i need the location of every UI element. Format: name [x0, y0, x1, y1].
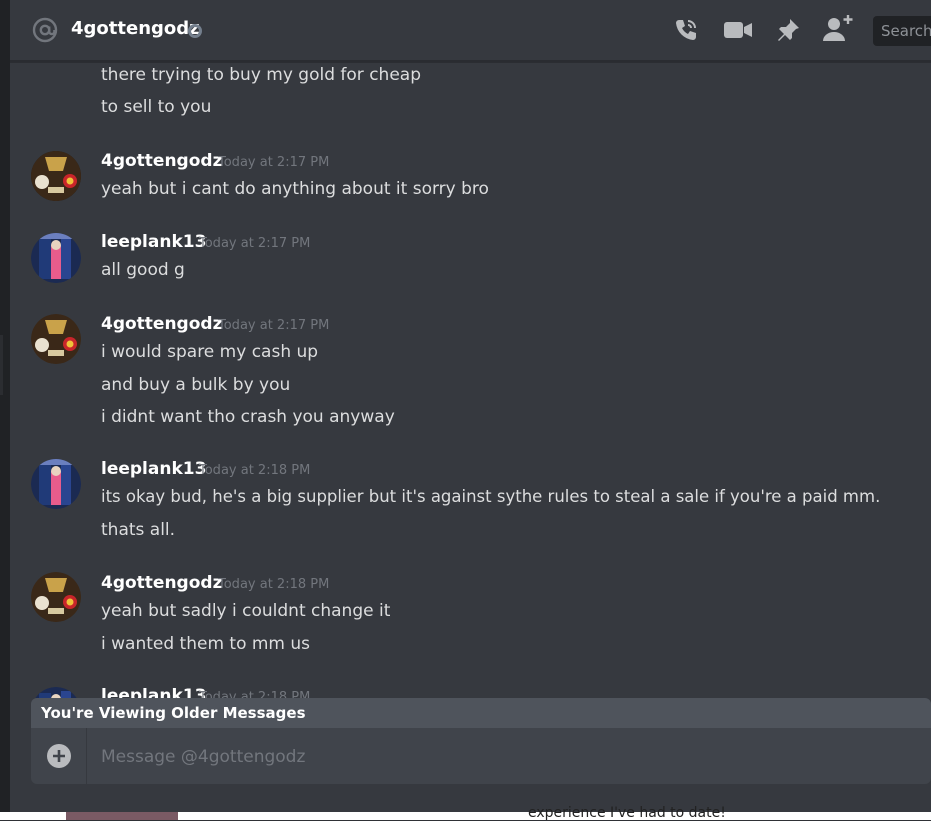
message-line: i wanted them to mm us	[101, 634, 311, 654]
message-list: there trying to buy my gold for cheap to…	[10, 62, 931, 698]
composer-divider	[86, 728, 87, 784]
message-composer	[31, 728, 931, 784]
message-author[interactable]: 4gottengodz	[101, 314, 222, 334]
message-timestamp: Today at 2:18 PM	[218, 577, 330, 592]
message-author[interactable]: leeplank13	[101, 232, 206, 252]
older-messages-label: You're Viewing Older Messages	[41, 704, 306, 722]
attach-plus-icon[interactable]	[47, 744, 71, 768]
message-timestamp: Today at 2:17 PM	[218, 318, 330, 333]
message-line: yeah but i cant do anything about it sor…	[101, 179, 489, 199]
offline-status-icon	[188, 24, 202, 38]
add-friend-icon[interactable]	[822, 12, 854, 44]
avatar-leeplank13[interactable]	[31, 233, 81, 283]
message-timestamp: Today at 2:18 PM	[199, 463, 311, 478]
channel-header: 4gottengodz Search	[10, 0, 931, 62]
message-author[interactable]: leeplank13	[101, 686, 206, 698]
video-call-icon[interactable]	[722, 14, 754, 46]
dm-window: 4gottengodz Search there trying to buy m…	[10, 0, 931, 812]
avatar-4gottengodz[interactable]	[31, 314, 81, 364]
message-line: i didnt want tho crash you anyway	[101, 407, 395, 427]
message-line: all good g	[101, 260, 185, 280]
avatar-4gottengodz[interactable]	[31, 572, 81, 622]
message-timestamp: Today at 2:17 PM	[218, 155, 330, 170]
message-line: there trying to buy my gold for cheap	[101, 65, 421, 85]
message-timestamp: Today at 2:18 PM	[199, 690, 311, 698]
server-sidebar-edge	[0, 0, 10, 820]
older-messages-banner[interactable]: You're Viewing Older Messages	[31, 698, 931, 728]
search-placeholder: Search	[881, 22, 931, 40]
message-line: and buy a bulk by you	[101, 375, 291, 395]
voice-call-icon[interactable]	[670, 14, 702, 46]
avatar-4gottengodz[interactable]	[31, 151, 81, 201]
background-image-thumbnail	[66, 812, 178, 820]
message-line: thats all.	[101, 520, 176, 540]
avatar-leeplank13[interactable]	[31, 459, 81, 509]
background-page-text: experience I've had to date!	[528, 805, 726, 821]
search-input[interactable]: Search	[873, 16, 931, 46]
sidebar-notch	[0, 335, 3, 395]
message-line: yeah but sadly i couldnt change it	[101, 601, 391, 621]
avatar-leeplank13[interactable]	[31, 687, 81, 698]
pinned-messages-icon[interactable]	[772, 14, 804, 46]
message-timestamp: Today at 2:17 PM	[199, 236, 311, 251]
message-author[interactable]: 4gottengodz	[101, 151, 222, 171]
message-author[interactable]: leeplank13	[101, 459, 206, 479]
message-line: to sell to you	[101, 97, 212, 117]
message-line: its okay bud, he's a big supplier but it…	[101, 487, 881, 506]
at-sign-icon	[32, 17, 58, 43]
dm-username: 4gottengodz	[71, 18, 200, 39]
message-author[interactable]: 4gottengodz	[101, 573, 222, 593]
message-input[interactable]	[99, 742, 923, 772]
message-line: i would spare my cash up	[101, 342, 319, 362]
